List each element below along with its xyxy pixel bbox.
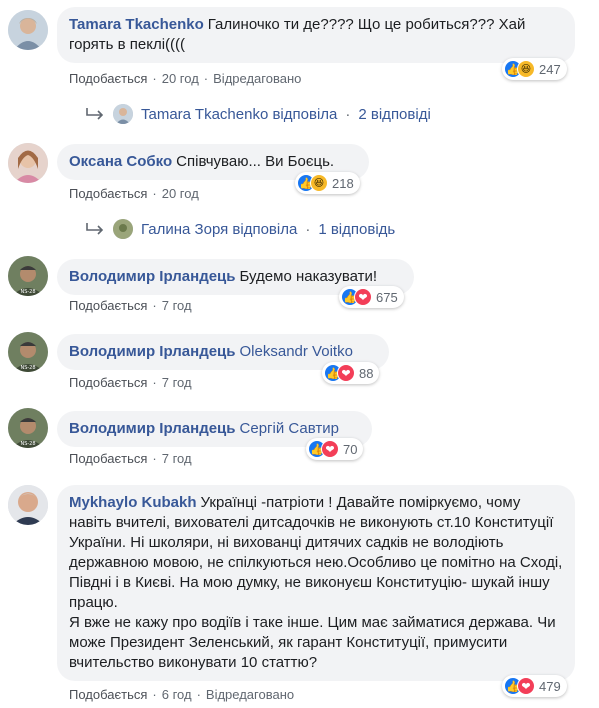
svg-text:NS-28: NS-28: [20, 441, 35, 447]
reaction-count: 675: [376, 289, 398, 305]
love-icon: ❤: [354, 288, 372, 306]
tagged-user[interactable]: Сергій Савтир: [240, 420, 339, 437]
comment-time[interactable]: 20 год: [162, 186, 199, 201]
edited-label[interactable]: Відредаговано: [213, 71, 301, 86]
like-button[interactable]: Подобається: [69, 186, 147, 201]
comment-text: Співчуваю... Ви Боєць.: [176, 153, 335, 170]
avatar[interactable]: NS-28: [8, 256, 48, 296]
comment-time[interactable]: 7 год: [162, 298, 192, 313]
comment-time[interactable]: 7 год: [162, 451, 192, 466]
comment-time[interactable]: 6 год: [162, 687, 192, 702]
love-icon: ❤: [321, 440, 339, 458]
avatar[interactable]: NS-28: [8, 332, 48, 372]
comment-text-continued: Я вже не кажу про водіїв і таке інше. Ци…: [69, 614, 556, 671]
like-button[interactable]: Подобається: [69, 298, 147, 313]
svg-text:NS-28: NS-28: [20, 289, 35, 295]
avatar[interactable]: [8, 143, 48, 183]
like-button[interactable]: Подобається: [69, 71, 147, 86]
reaction-count: 88: [359, 365, 374, 381]
reply-arrow-icon: [86, 108, 104, 120]
reply-author[interactable]: Tamara Tkachenko відповіла: [141, 106, 337, 123]
like-button[interactable]: Подобається: [69, 451, 147, 466]
comment-meta: Подобається · 7 год: [69, 451, 192, 466]
reply-avatar: [113, 219, 133, 239]
comment-author[interactable]: Tamara Tkachenko: [69, 16, 204, 33]
avatar[interactable]: [8, 10, 48, 50]
haha-icon: 😆: [310, 174, 328, 192]
reply-avatar: [113, 104, 133, 124]
comment-meta: Подобається · 7 год: [69, 298, 192, 313]
reply-author[interactable]: Галина Зоря відповіла: [141, 221, 297, 238]
replies-link[interactable]: Галина Зоря відповіла · 1 відповідь: [85, 219, 395, 239]
reaction-summary[interactable]: 👍 😆 218: [295, 172, 360, 194]
reaction-count: 70: [343, 441, 358, 457]
reaction-count: 218: [332, 175, 354, 191]
reaction-summary[interactable]: 👍 ❤ 88: [322, 362, 380, 384]
comment-text: Українці -патріоти ! Давайте поміркуємо,…: [69, 494, 563, 611]
comment-author[interactable]: Володимир Ірландець: [69, 268, 236, 285]
comment-author[interactable]: Mykhaylo Kubakh: [69, 494, 197, 511]
comment-meta: Подобається · 6 год · Відредаговано: [69, 687, 295, 702]
reply-count[interactable]: 2 відповіді: [358, 106, 430, 123]
comment-bubble: Mykhaylo Kubakh Українці -патріоти ! Дава…: [57, 485, 575, 681]
reaction-summary[interactable]: 👍 ❤ 479: [502, 675, 567, 697]
comment-author[interactable]: Володимир Ірландець: [69, 343, 236, 360]
comment-time[interactable]: 20 год: [162, 71, 199, 86]
reaction-summary[interactable]: 👍 ❤ 675: [339, 286, 404, 308]
reaction-summary[interactable]: 👍 😆 247: [502, 58, 567, 80]
tagged-user[interactable]: Oleksandr Voitko: [240, 343, 353, 360]
haha-icon: 😆: [517, 60, 535, 78]
replies-link[interactable]: Tamara Tkachenko відповіла · 2 відповіді: [85, 104, 431, 124]
like-button[interactable]: Подобається: [69, 375, 147, 390]
like-button[interactable]: Подобається: [69, 687, 147, 702]
love-icon: ❤: [337, 364, 355, 382]
comment-text: Будемо наказувати!: [239, 268, 378, 285]
comment-meta: Подобається · 7 год: [69, 375, 192, 390]
comment-author[interactable]: Оксана Собко: [69, 153, 172, 170]
comment-author[interactable]: Володимир Ірландець: [69, 420, 236, 437]
avatar[interactable]: [8, 485, 48, 525]
comment-meta: Подобається · 20 год · Відредаговано: [69, 71, 302, 86]
reaction-summary[interactable]: 👍 ❤ 70: [306, 438, 364, 460]
edited-label[interactable]: Відредаговано: [206, 687, 294, 702]
svg-text:NS-28: NS-28: [20, 365, 35, 371]
comment-time[interactable]: 7 год: [162, 375, 192, 390]
love-icon: ❤: [517, 677, 535, 695]
reaction-count: 247: [539, 61, 561, 77]
comment-meta: Подобається · 20 год: [69, 186, 199, 201]
reaction-count: 479: [539, 678, 561, 694]
reply-count[interactable]: 1 відповідь: [318, 221, 395, 238]
reply-arrow-icon: [86, 223, 104, 235]
comment-bubble: Tamara Tkachenko Галиночко ти де???? Що ц…: [57, 7, 575, 63]
avatar[interactable]: NS-28: [8, 408, 48, 448]
